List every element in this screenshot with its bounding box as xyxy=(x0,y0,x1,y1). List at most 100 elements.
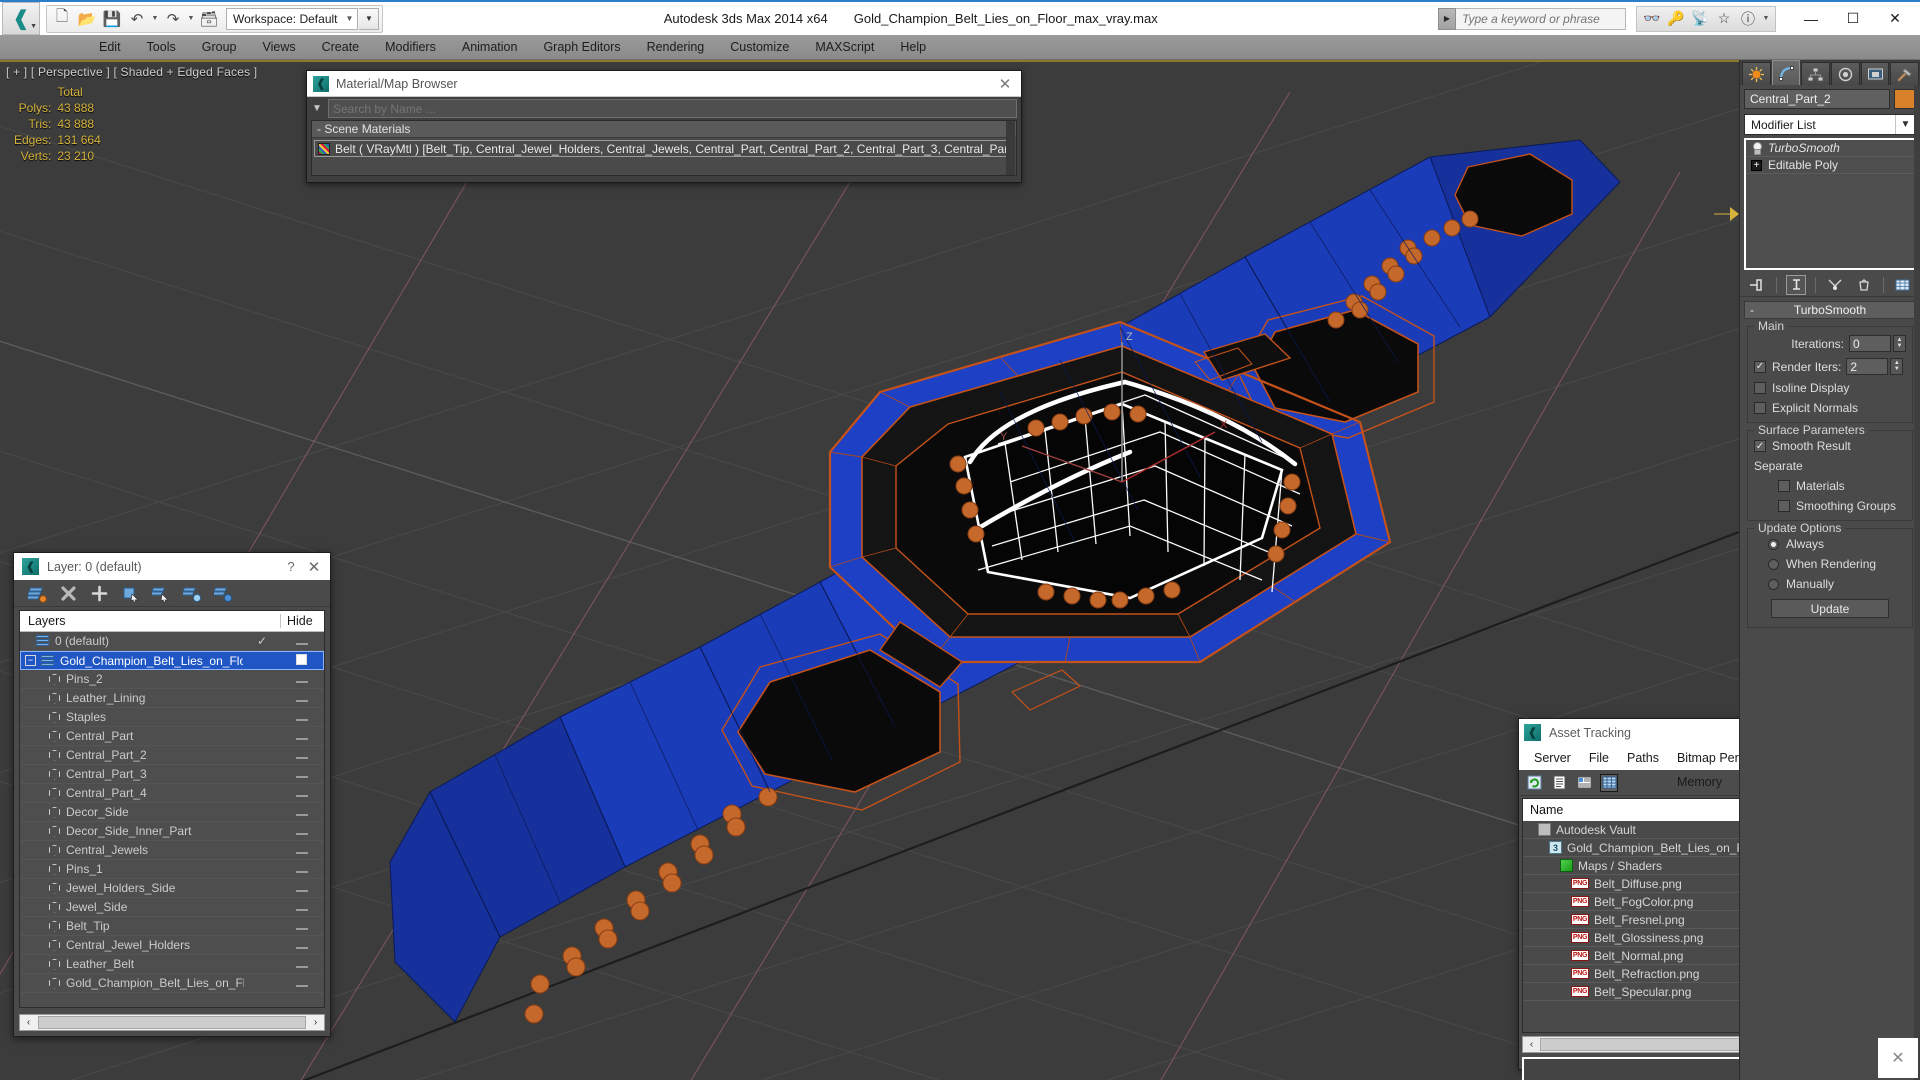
layer-row[interactable]: Pins_1 xyxy=(20,860,324,879)
layer-row[interactable]: Central_Part_4 xyxy=(20,784,324,803)
application-menu-button[interactable]: ❰ ▼ xyxy=(2,2,40,35)
grid-view-icon[interactable] xyxy=(1600,773,1618,792)
search-dropdown-icon[interactable]: ▶ xyxy=(1438,7,1456,30)
layer-hide-cell[interactable] xyxy=(280,672,324,686)
layer-expander-icon[interactable]: − xyxy=(25,655,36,666)
material-search-input[interactable] xyxy=(328,99,1017,118)
at-menu-paths[interactable]: Paths xyxy=(1618,746,1668,770)
redo-dropdown-icon[interactable]: ▼ xyxy=(186,15,196,22)
layer-hide-cell[interactable] xyxy=(280,919,324,933)
maximize-button[interactable]: ☐ xyxy=(1832,2,1874,35)
hide-checkbox[interactable] xyxy=(295,653,307,665)
layer-hide-cell[interactable] xyxy=(280,710,324,724)
favorites-star-icon[interactable]: ☆ xyxy=(1713,8,1735,30)
layer-hide-cell[interactable] xyxy=(280,824,324,838)
menu-item-group[interactable]: Group xyxy=(189,35,250,60)
layer-row[interactable]: Jewel_Side xyxy=(20,898,324,917)
explicit-normals-checkbox[interactable] xyxy=(1754,402,1766,414)
radio-always[interactable]: Always xyxy=(1754,537,1906,551)
browser-options-icon[interactable]: ▼ xyxy=(309,103,325,114)
scrollbar-thumb[interactable] xyxy=(1540,1038,1772,1051)
layer-hide-cell[interactable] xyxy=(280,862,324,876)
layer-hide-cell[interactable] xyxy=(280,938,324,952)
workspace-selector[interactable]: Workspace: Default ▼ xyxy=(226,7,359,30)
lightbulb-icon[interactable] xyxy=(1751,142,1762,155)
details-view-icon[interactable] xyxy=(1575,774,1593,792)
delete-layer-icon[interactable] xyxy=(59,584,78,603)
layer-row[interactable]: Decor_Side_Inner_Part xyxy=(20,822,324,841)
at-menu-file[interactable]: File xyxy=(1580,746,1618,770)
new-file-icon[interactable]: 🗋 xyxy=(50,7,74,31)
layer-hide-cell[interactable] xyxy=(279,653,323,668)
layer-row[interactable]: Gold_Champion_Belt_Lies_on_Floor xyxy=(20,974,324,993)
remove-modifier-icon[interactable] xyxy=(1854,275,1874,295)
layer-row[interactable]: − Gold_Champion_Belt_Lies_on_Floor xyxy=(20,651,324,670)
help-icon[interactable]: ? xyxy=(280,559,302,574)
pin-stack-icon[interactable] xyxy=(1747,275,1767,295)
viewport-label[interactable]: [ + ] [ Perspective ] [ Shaded + Edged F… xyxy=(6,65,257,79)
menu-item-edit[interactable]: Edit xyxy=(86,35,134,60)
layer-row[interactable]: Leather_Belt xyxy=(20,955,324,974)
close-icon[interactable]: ✕ xyxy=(995,75,1015,93)
menu-item-views[interactable]: Views xyxy=(249,35,308,60)
menu-item-help[interactable]: Help xyxy=(887,35,939,60)
open-file-icon[interactable]: 📂 xyxy=(75,7,99,31)
layer-list-horizontal-scrollbar[interactable]: ‹ › xyxy=(19,1014,325,1031)
show-end-result-icon[interactable] xyxy=(1786,274,1806,295)
modifier-stack-item-editable-poly[interactable]: + Editable Poly xyxy=(1746,157,1914,174)
corner-close-icon[interactable]: ✕ xyxy=(1878,1038,1918,1078)
layer-hide-cell[interactable] xyxy=(280,957,324,971)
layer-explorer-dialog[interactable]: ❰ Layer: 0 (default) ? ✕ Layers Hide 0 (… xyxy=(13,552,331,1037)
material-browser-list[interactable]: - Scene Materials Belt ( VRayMtl ) [Belt… xyxy=(311,120,1017,176)
command-panel-scrollbar[interactable] xyxy=(1914,85,1920,1080)
redo-icon[interactable]: ↷ xyxy=(161,7,185,31)
render-iters-spinner[interactable]: ▲ ▼ xyxy=(1890,358,1904,375)
when-rendering-radio[interactable] xyxy=(1768,558,1779,570)
search-box[interactable]: ▶ xyxy=(1438,7,1626,30)
close-button[interactable]: ✕ xyxy=(1874,2,1916,35)
layer-hide-cell[interactable] xyxy=(280,691,324,705)
configure-modifier-sets-icon[interactable] xyxy=(1893,275,1913,295)
material-map-browser-dialog[interactable]: ❰ Material/Map Browser ✕ ▼ - Scene Mater… xyxy=(306,70,1022,183)
menu-item-create[interactable]: Create xyxy=(309,35,373,60)
update-button[interactable]: Update xyxy=(1771,599,1889,618)
layer-hide-cell[interactable] xyxy=(280,976,324,990)
radio-when-rendering[interactable]: When Rendering xyxy=(1754,557,1906,571)
render-iters-input[interactable]: 2 xyxy=(1846,358,1889,375)
layer-hide-cell[interactable] xyxy=(280,729,324,743)
search-binoculars-icon[interactable]: 👓 xyxy=(1641,8,1663,30)
layer-properties-icon[interactable] xyxy=(211,584,233,603)
modifier-stack[interactable]: TurboSmooth + Editable Poly xyxy=(1744,138,1916,270)
chevron-down-icon[interactable]: ▼ xyxy=(1895,115,1915,134)
menu-item-animation[interactable]: Animation xyxy=(449,35,531,60)
layer-row[interactable]: 0 (default) ✓ xyxy=(20,632,324,651)
scroll-left-icon[interactable]: ‹ xyxy=(1523,1039,1540,1050)
material-browser-vertical-scrollbar[interactable] xyxy=(1006,121,1015,175)
at-menu-server[interactable]: Server xyxy=(1525,746,1580,770)
refresh-icon[interactable] xyxy=(1525,774,1543,792)
menu-item-tools[interactable]: Tools xyxy=(134,35,189,60)
field-explicit-normals[interactable]: Explicit Normals xyxy=(1754,401,1906,415)
field-separate-smoothing-groups[interactable]: Smoothing Groups xyxy=(1754,499,1906,513)
manually-radio[interactable] xyxy=(1768,578,1779,590)
scroll-right-icon[interactable]: › xyxy=(307,1017,324,1028)
menu-item-customize[interactable]: Customize xyxy=(717,35,802,60)
rollout-header-turbosmooth[interactable]: - TurboSmooth xyxy=(1744,301,1916,319)
layer-current-cell[interactable]: ✓ xyxy=(244,634,280,648)
list-view-icon[interactable] xyxy=(1550,774,1568,792)
field-separate-materials[interactable]: Materials xyxy=(1754,479,1906,493)
layer-row[interactable]: Central_Jewels xyxy=(20,841,324,860)
workspace-dropdown-button[interactable]: ▼ xyxy=(359,7,380,30)
set-project-folder-icon[interactable]: 🗃 xyxy=(197,7,221,31)
layer-row[interactable]: Central_Part_2 xyxy=(20,746,324,765)
command-panel[interactable]: Central_Part_2 Modifier List ▼ TurboSmoo… xyxy=(1739,60,1920,1080)
select-highlighted-objects-icon[interactable] xyxy=(149,584,171,603)
tab-modify[interactable] xyxy=(1771,60,1801,85)
undo-icon[interactable]: ↶ xyxy=(125,7,149,31)
object-color-swatch[interactable] xyxy=(1894,89,1916,109)
modifier-stack-item-turbosmooth[interactable]: TurboSmooth xyxy=(1746,140,1914,157)
tab-motion[interactable] xyxy=(1831,62,1860,85)
menu-item-modifiers[interactable]: Modifiers xyxy=(372,35,449,60)
layer-hide-cell[interactable] xyxy=(280,786,324,800)
layer-row[interactable]: Belt_Tip xyxy=(20,917,324,936)
